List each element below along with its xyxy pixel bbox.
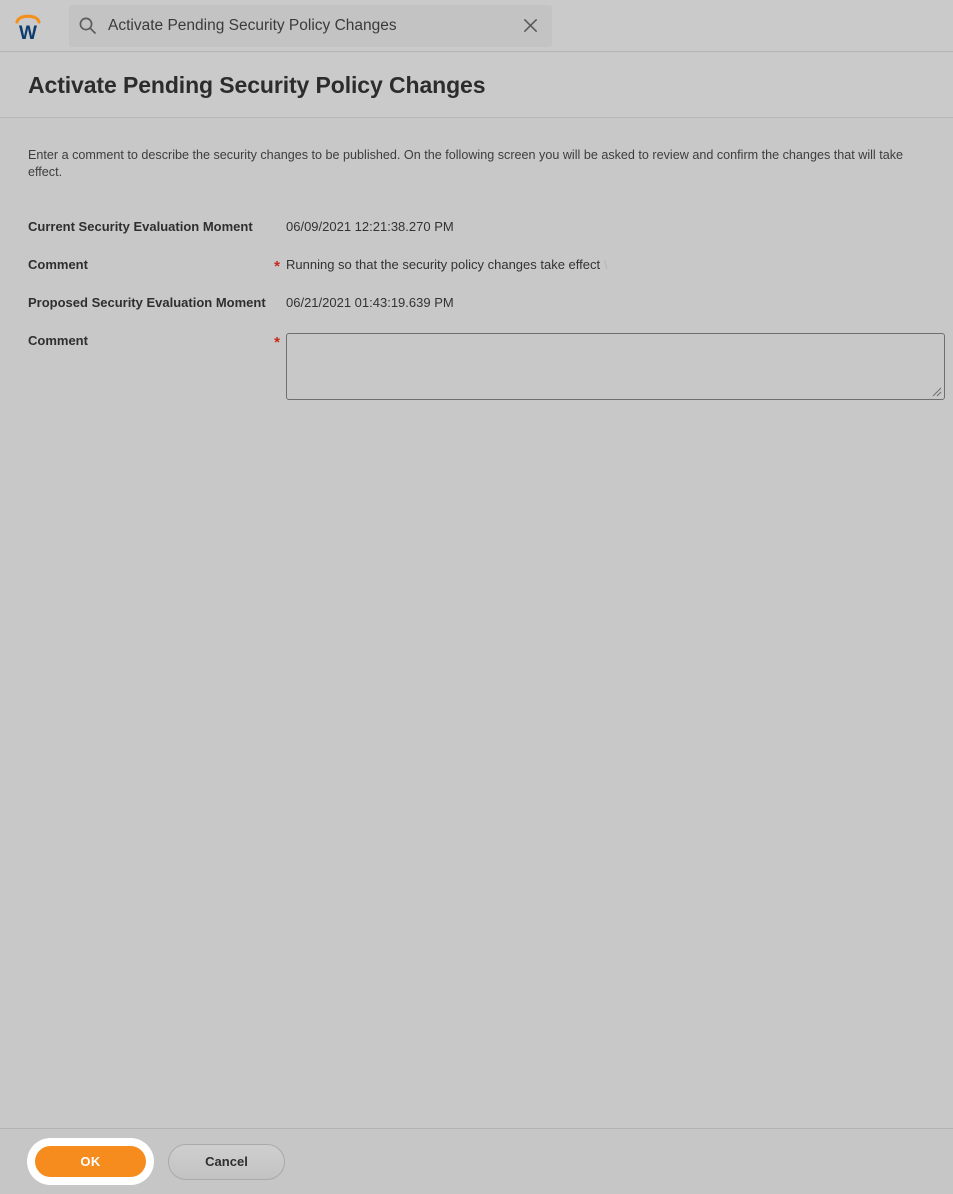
form-row: Proposed Security Evaluation Moment 06/2… bbox=[28, 293, 953, 321]
comment-textarea-wrapper bbox=[286, 333, 945, 400]
form-row: Comment * bbox=[28, 331, 953, 400]
form-row: Comment * Running so that the security p… bbox=[28, 255, 953, 283]
field-label-comment-current: Comment bbox=[28, 257, 88, 272]
required-indicator: * bbox=[274, 334, 280, 351]
ok-button-focus-ring: OK bbox=[27, 1138, 154, 1185]
global-search[interactable] bbox=[69, 4, 552, 47]
search-input[interactable] bbox=[105, 5, 508, 46]
required-indicator bbox=[268, 217, 286, 221]
field-label-proposed-security-evaluation-moment: Proposed Security Evaluation Moment bbox=[28, 295, 266, 310]
field-label-current-security-evaluation-moment: Current Security Evaluation Moment bbox=[28, 219, 253, 234]
task-title-bar: Activate Pending Security Policy Changes bbox=[0, 53, 953, 118]
comment-input[interactable] bbox=[286, 333, 945, 400]
field-value-comment-current: Running so that the security policy chan… bbox=[286, 255, 953, 274]
instructions-text: Enter a comment to describe the security… bbox=[28, 148, 904, 179]
comment-current-text: Running so that the security policy chan… bbox=[286, 257, 601, 272]
comment-trailing-mark: \ bbox=[604, 258, 608, 272]
field-value-proposed-security-evaluation-moment: 06/21/2021 01:43:19.639 PM bbox=[286, 295, 454, 310]
ok-button[interactable]: OK bbox=[35, 1146, 146, 1177]
field-value-current-security-evaluation-moment: 06/09/2021 12:21:38.270 PM bbox=[286, 219, 454, 234]
app-header-bar: W bbox=[0, 0, 953, 52]
task-body: Enter a comment to describe the security… bbox=[0, 119, 953, 1128]
page-title: Activate Pending Security Policy Changes bbox=[28, 71, 486, 98]
workday-logo[interactable]: W bbox=[0, 0, 56, 52]
required-indicator bbox=[268, 293, 286, 297]
task-form: Current Security Evaluation Moment 06/09… bbox=[0, 217, 953, 400]
close-icon[interactable] bbox=[508, 5, 552, 47]
svg-text:W: W bbox=[19, 23, 37, 42]
search-icon bbox=[69, 5, 105, 47]
cancel-button[interactable]: Cancel bbox=[168, 1143, 285, 1180]
task-footer: OK Cancel bbox=[0, 1128, 953, 1194]
form-row: Current Security Evaluation Moment 06/09… bbox=[28, 217, 953, 245]
field-label-comment-input: Comment bbox=[28, 333, 88, 348]
required-indicator: * bbox=[274, 258, 280, 275]
